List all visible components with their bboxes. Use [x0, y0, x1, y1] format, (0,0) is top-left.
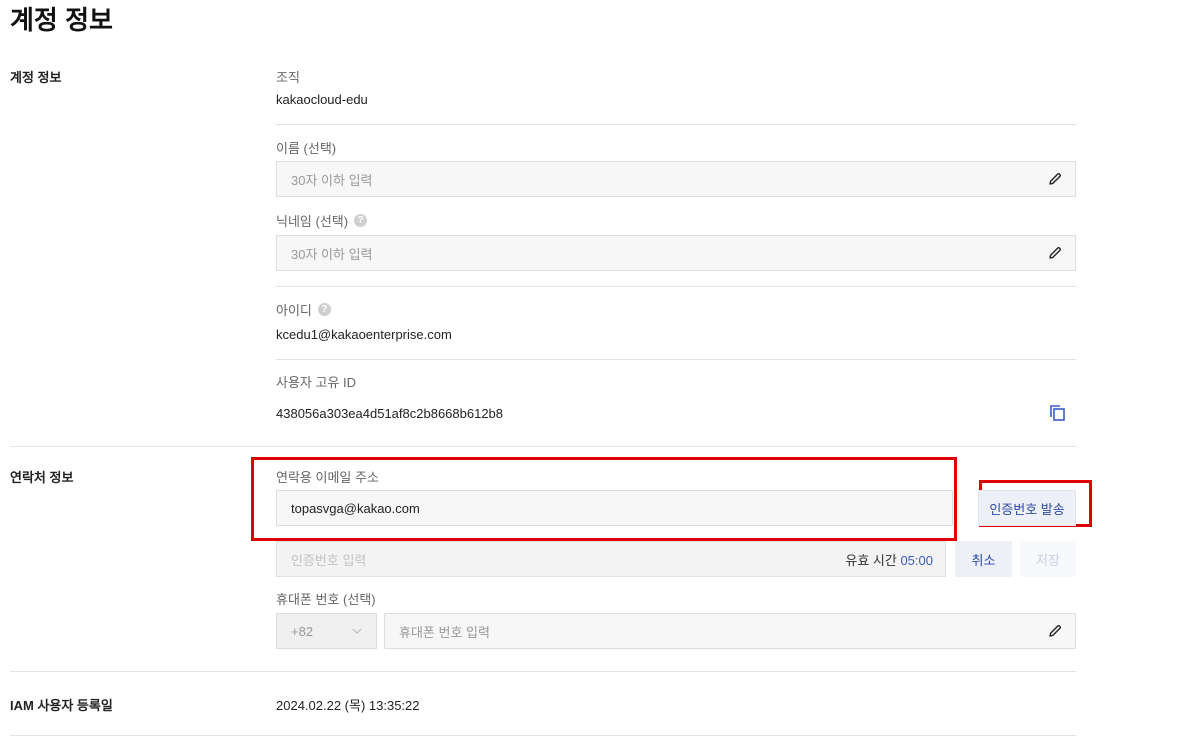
email-input[interactable]: topasvga@kakao.com: [276, 490, 953, 526]
send-code-button[interactable]: 인증번호 발송: [978, 490, 1076, 526]
pencil-icon[interactable]: [1047, 171, 1063, 187]
help-icon[interactable]: ?: [354, 214, 368, 227]
cancel-button[interactable]: 취소: [955, 541, 1012, 577]
divider: [276, 359, 1076, 360]
uid-value: 438056a303ea4d51af8c2b8668b612b8: [276, 406, 504, 421]
phone-input[interactable]: 휴대폰 번호 입력: [384, 613, 1076, 649]
help-icon[interactable]: ?: [317, 303, 331, 316]
save-button[interactable]: 저장: [1020, 541, 1076, 577]
timer-value: 05:00: [900, 552, 933, 568]
uid-label: 사용자 고유 ID: [276, 375, 357, 390]
divider: [276, 124, 1076, 125]
code-input-placeholder: 인증번호 입력: [291, 552, 367, 568]
section-divider: [10, 671, 1076, 672]
org-label: 조직: [276, 70, 300, 85]
pencil-icon[interactable]: [1047, 623, 1063, 639]
section-divider: [10, 446, 1076, 447]
registration-section-label: IAM 사용자 등록일: [10, 698, 113, 713]
name-input[interactable]: 30자 이하 입력: [276, 161, 1076, 197]
copy-icon[interactable]: [1049, 404, 1067, 422]
page-title: 계정 정보: [10, 5, 113, 35]
chevron-down-icon: [352, 628, 362, 634]
contact-section-label: 연락처 정보: [10, 470, 74, 485]
nickname-input-placeholder: 30자 이하 입력: [291, 246, 373, 262]
country-code-select[interactable]: +82: [276, 613, 377, 649]
code-input[interactable]: 인증번호 입력 유효 시간 05:00: [276, 541, 946, 577]
org-value: kakaocloud-edu: [276, 92, 368, 107]
name-input-placeholder: 30자 이하 입력: [291, 172, 373, 188]
registration-date-value: 2024.02.22 (목) 13:35:22: [276, 698, 420, 713]
email-label: 연락용 이메일 주소: [276, 470, 379, 485]
email-value: topasvga@kakao.com: [291, 500, 420, 516]
id-value: kcedu1@kakaoenterprise.com: [276, 327, 452, 342]
country-code-value: +82: [291, 623, 314, 639]
nickname-label: 닉네임 (선택) ?: [276, 211, 368, 230]
divider: [276, 286, 1076, 287]
name-label: 이름 (선택): [276, 141, 337, 156]
nickname-input[interactable]: 30자 이하 입력: [276, 235, 1076, 271]
timer: 유효 시간 05:00: [845, 550, 933, 569]
id-label: 아이디 ?: [276, 300, 331, 319]
pencil-icon[interactable]: [1047, 245, 1063, 261]
phone-label: 휴대폰 번호 (선택): [276, 592, 376, 607]
phone-input-placeholder: 휴대폰 번호 입력: [399, 624, 490, 640]
account-section-label: 계정 정보: [10, 70, 62, 85]
section-divider: [10, 735, 1076, 736]
timer-label: 유효 시간: [845, 552, 897, 568]
